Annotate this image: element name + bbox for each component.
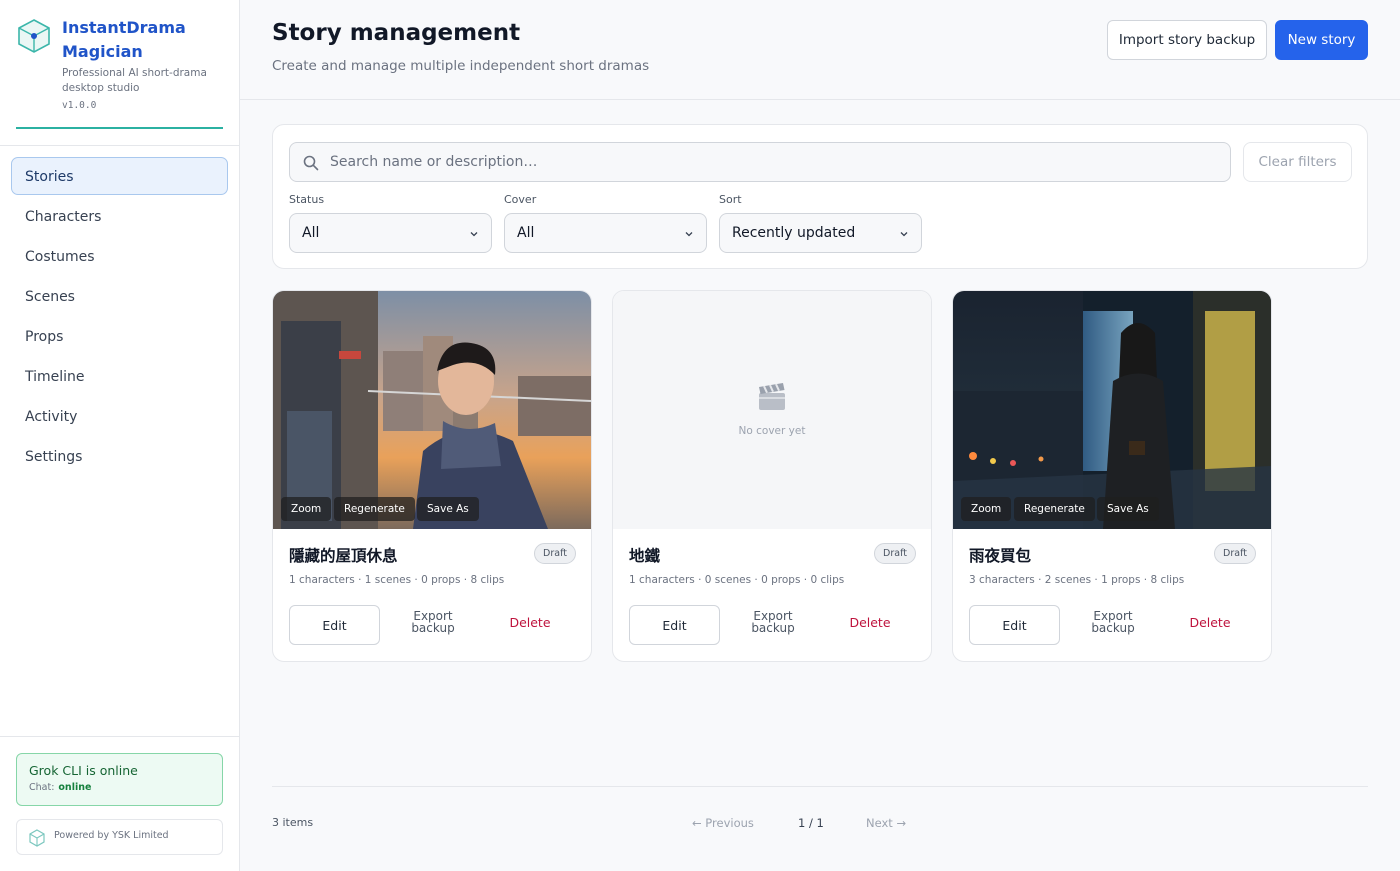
powered-by: Powered by YSK Limited [16,819,223,855]
export-backup-button[interactable]: Export backup [393,610,473,634]
regenerate-button[interactable]: Regenerate [334,497,415,521]
story-cover[interactable]: Zoom Regenerate Save As [273,291,591,529]
search-box [289,142,1231,182]
item-count: 3 items [272,816,314,829]
status-select-value: All [302,225,320,241]
save-as-button[interactable]: Save As [1097,497,1159,521]
edit-button[interactable]: Edit [629,605,720,645]
chevron-down-icon [470,232,478,237]
app-tagline: Professional AI short-drama desktop stud… [62,67,207,94]
sidebar-item-characters[interactable]: Characters [11,197,228,235]
story-title: 雨夜買包 [969,547,1032,565]
import-story-button[interactable]: Import story backup [1107,20,1267,60]
previous-page-button[interactable]: ← Previous [692,816,754,830]
export-backup-button[interactable]: Export backup [733,610,813,634]
chevron-down-icon [900,232,908,237]
story-cover-placeholder[interactable]: No cover yet [613,291,931,529]
app-name: InstantDrama Magician [62,18,186,61]
story-card: Zoom Regenerate Save As 隱藏的屋頂休息 Draft 1 … [272,290,592,662]
cli-status-title: Grok CLI is online [29,763,138,778]
search-input[interactable] [330,143,1210,181]
zoom-button[interactable]: Zoom [961,497,1012,521]
sidebar-item-scenes[interactable]: Scenes [11,277,228,315]
story-meta: 3 characters · 2 scenes · 1 props · 8 cl… [969,574,1185,586]
rainy-night-street-photo [953,291,1271,529]
sort-select-value: Recently updated [732,225,856,241]
divider [0,736,239,737]
story-meta: 1 characters · 0 scenes · 0 props · 0 cl… [629,574,845,586]
divider [0,145,239,146]
page-title: Story management [272,20,521,46]
brand: InstantDrama Magician Professional AI sh… [16,16,223,129]
next-page-button[interactable]: Next → [866,816,906,830]
export-backup-button[interactable]: Export backup [1073,610,1153,634]
edit-button[interactable]: Edit [289,605,380,645]
filter-panel: Clear filters Status All Cover All Sort … [272,124,1368,269]
sidebar-item-props[interactable]: Props [11,317,228,355]
edit-button[interactable]: Edit [969,605,1060,645]
no-cover-text: No cover yet [738,425,806,437]
chevron-down-icon [685,232,693,237]
sort-select[interactable]: Recently updated [719,213,922,253]
sidebar: InstantDrama Magician Professional AI sh… [0,0,240,871]
page-header: Story management Create and manage multi… [240,0,1400,100]
story-meta: 1 characters · 1 scenes · 0 props · 8 cl… [289,574,505,586]
story-card: Zoom Regenerate Save As 雨夜買包 Draft 3 cha… [952,290,1272,662]
status-filter-label: Status [289,193,325,206]
sidebar-item-activity[interactable]: Activity [11,397,228,435]
story-cover[interactable]: Zoom Regenerate Save As [953,291,1271,529]
sort-label: Sort [719,193,742,206]
regenerate-button[interactable]: Regenerate [1014,497,1095,521]
cube-logo-icon [18,19,50,53]
story-card: No cover yet 地鐵 Draft 1 characters · 0 s… [612,290,932,662]
story-title: 隱藏的屋頂休息 [289,547,398,565]
cover-select-value: All [517,225,535,241]
sidebar-nav: Stories Characters Costumes Scenes Props… [11,157,228,477]
status-badge: Draft [1214,543,1256,564]
new-story-button[interactable]: New story [1275,20,1368,60]
chat-status-label: Chat: [29,782,55,793]
cli-status-box: Grok CLI is online Chat: online [16,753,223,806]
cover-filter-label: Cover [504,193,537,206]
cube-icon [29,829,45,847]
cover-select[interactable]: All [504,213,707,253]
powered-by-text: Powered by YSK Limited [54,830,169,841]
app-version: v1.0.0 [62,100,97,111]
delete-button[interactable]: Delete [835,615,905,630]
page-subtitle: Create and manage multiple independent s… [272,58,650,74]
status-badge: Draft [534,543,576,564]
rooftop-selfie-photo [273,291,591,529]
divider [272,786,1368,787]
status-select[interactable]: All [289,213,492,253]
sidebar-item-settings[interactable]: Settings [11,437,228,475]
save-as-button[interactable]: Save As [417,497,479,521]
search-icon [303,155,319,171]
sidebar-item-stories[interactable]: Stories [11,157,228,195]
clear-filters-button[interactable]: Clear filters [1243,142,1352,182]
delete-button[interactable]: Delete [1175,615,1245,630]
chat-status-value: online [58,782,92,793]
page-indicator: 1 / 1 [798,816,824,830]
status-badge: Draft [874,543,916,564]
clapperboard-icon [759,383,785,410]
sidebar-item-costumes[interactable]: Costumes [11,237,228,275]
story-title: 地鐵 [629,547,661,565]
sidebar-item-timeline[interactable]: Timeline [11,357,228,395]
chat-status: Chat: online [29,782,210,793]
zoom-button[interactable]: Zoom [281,497,332,521]
delete-button[interactable]: Delete [495,615,565,630]
